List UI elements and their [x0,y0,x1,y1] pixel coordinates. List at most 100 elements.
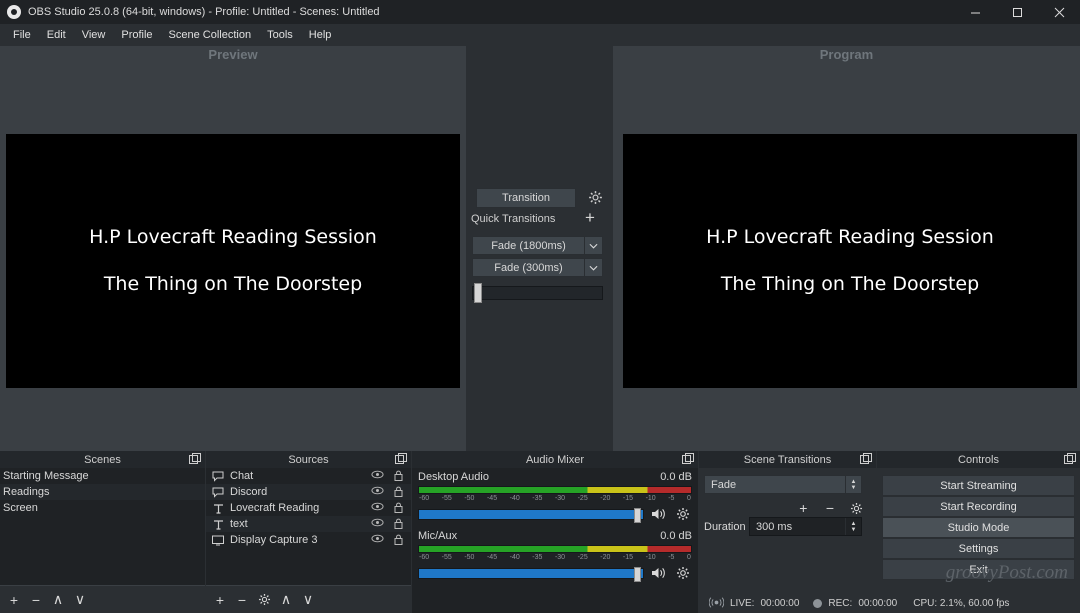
title-bar: OBS Studio 25.0.8 (64-bit, windows) - Pr… [0,0,1080,24]
duration-stepper[interactable]: ▲ ▼ [845,518,861,535]
visibility-eye-icon[interactable] [371,470,384,482]
source-item-label: Lovecraft Reading [230,502,320,514]
db-tick: -50 [464,495,475,502]
db-tick: -55 [441,554,452,561]
add-transition-button[interactable]: + [795,498,812,518]
controls-dock-title-label: Controls [958,453,999,466]
mute-speaker-icon[interactable] [650,565,668,581]
audio-settings-gear-icon[interactable] [674,506,692,522]
sources-dock-popout-icon[interactable] [395,453,407,465]
db-tick: 0 [686,554,691,561]
add-source-button[interactable]: + [210,590,230,610]
source-properties-gear-icon[interactable] [254,590,274,610]
t-bar-track[interactable] [472,286,603,300]
audio-settings-gear-icon[interactable] [674,565,692,581]
remove-source-button[interactable]: − [232,590,252,610]
scene-item[interactable]: Screen [0,500,205,516]
transition-properties-gear-icon[interactable] [848,498,865,518]
controls-dock-popout-icon[interactable] [1064,453,1076,465]
transition-button[interactable]: Transition [476,188,576,208]
live-label: LIVE: [730,598,755,609]
db-tick: -55 [441,495,452,502]
sources-dock-title: Sources [206,451,411,468]
preview-label: Preview [208,47,258,62]
studio-mode-button[interactable]: Studio Mode [882,517,1075,538]
volume-slider-handle[interactable] [634,566,641,582]
maximize-button[interactable] [996,0,1038,24]
lock-icon[interactable] [394,518,407,530]
close-button[interactable] [1038,0,1080,24]
mixer-dock-popout-icon[interactable] [682,453,694,465]
lock-icon[interactable] [394,470,407,482]
scene-item[interactable]: Readings [0,484,205,500]
duration-input[interactable]: 300 ms ▲ ▼ [749,517,862,536]
rec-label: REC: [828,598,853,609]
add-quick-transition-button[interactable]: + [585,209,595,226]
remove-transition-button[interactable]: − [822,498,839,518]
visibility-eye-icon[interactable] [371,486,384,498]
preview-pane[interactable]: Preview H.P Lovecraft Reading Session Th… [0,46,466,451]
menu-help[interactable]: Help [301,27,340,43]
lock-icon[interactable] [394,502,407,514]
start-recording-button[interactable]: Start Recording [882,496,1075,517]
transition-column: Transition Quick Transitions + Fade (180… [466,46,613,451]
add-scene-button[interactable]: + [4,590,24,610]
db-tick: -30 [554,554,566,561]
preview-canvas[interactable]: H.P Lovecraft Reading Session The Thing … [6,134,460,388]
lock-icon[interactable] [394,486,407,498]
scene-transitions-dock-title-label: Scene Transitions [743,453,832,466]
transition-type-select[interactable]: Fade ▲ ▼ [704,475,862,494]
transition-settings-gear-icon[interactable] [586,188,604,206]
menu-profile[interactable]: Profile [113,27,160,43]
menu-tools[interactable]: Tools [259,27,301,43]
menu-scene-collection[interactable]: Scene Collection [161,27,260,43]
scenes-toolbar: + − ∧ ∨ [0,585,205,613]
db-tick: -20 [600,495,611,502]
volume-slider[interactable] [418,566,644,582]
menu-view[interactable]: View [74,27,114,43]
start-streaming-button[interactable]: Start Streaming [882,475,1075,496]
source-item[interactable]: Lovecraft Reading [206,500,411,516]
visibility-eye-icon[interactable] [371,534,384,546]
source-item[interactable]: Discord [206,484,411,500]
volume-slider-handle[interactable] [634,507,641,523]
move-scene-up-button[interactable]: ∧ [48,590,68,610]
visibility-eye-icon[interactable] [371,518,384,530]
sources-list[interactable]: Chat Discord Lovecraft Reading text Disp… [206,468,411,585]
scene-transitions-dock-popout-icon[interactable] [860,453,872,465]
db-tick: -20 [600,554,611,561]
sources-toolbar: + − ∧ ∨ [206,585,411,613]
scenes-dock-popout-icon[interactable] [189,453,201,465]
source-item[interactable]: Display Capture 3 [206,532,411,548]
remove-scene-button[interactable]: − [26,590,46,610]
source-item[interactable]: Chat [206,468,411,484]
transition-type-stepper[interactable]: ▲ ▼ [845,476,861,493]
settings-button[interactable]: Settings [882,538,1075,559]
mixer-channel-level: 0.0 dB [660,530,692,542]
program-pane[interactable]: Program H.P Lovecraft Reading Session Th… [613,46,1080,451]
status-bar: LIVE: 00:00:00 REC: 00:00:00 CPU: 2.1%, … [699,594,1080,613]
controls-dock: Controls Start Streaming Start Recording… [877,451,1080,613]
quick-transition-fade-1800[interactable]: Fade (1800ms) [472,236,603,255]
volume-slider[interactable] [418,507,644,523]
chevron-down-icon[interactable] [584,259,602,276]
mute-speaker-icon[interactable] [650,506,668,522]
scene-item[interactable]: Starting Message [0,468,205,484]
source-item[interactable]: text [206,516,411,532]
move-source-up-button[interactable]: ∧ [276,590,296,610]
mixer-dock-title: Audio Mixer [412,451,698,468]
source-item-label: Discord [230,486,268,498]
minimize-button[interactable] [954,0,996,24]
visibility-eye-icon[interactable] [371,502,384,514]
move-scene-down-button[interactable]: ∨ [70,590,90,610]
lock-icon[interactable] [394,534,407,546]
preview-text-line-2: The Thing on The Doorstep [103,273,363,295]
chevron-down-icon[interactable] [584,237,602,254]
menu-file[interactable]: File [5,27,39,43]
duration-label: Duration [704,521,746,533]
menu-edit[interactable]: Edit [39,27,74,43]
t-bar-handle[interactable] [474,283,482,303]
move-source-down-button[interactable]: ∨ [298,590,318,610]
quick-transition-fade-300[interactable]: Fade (300ms) [472,258,603,277]
scenes-list[interactable]: Starting Message Readings Screen [0,468,205,585]
